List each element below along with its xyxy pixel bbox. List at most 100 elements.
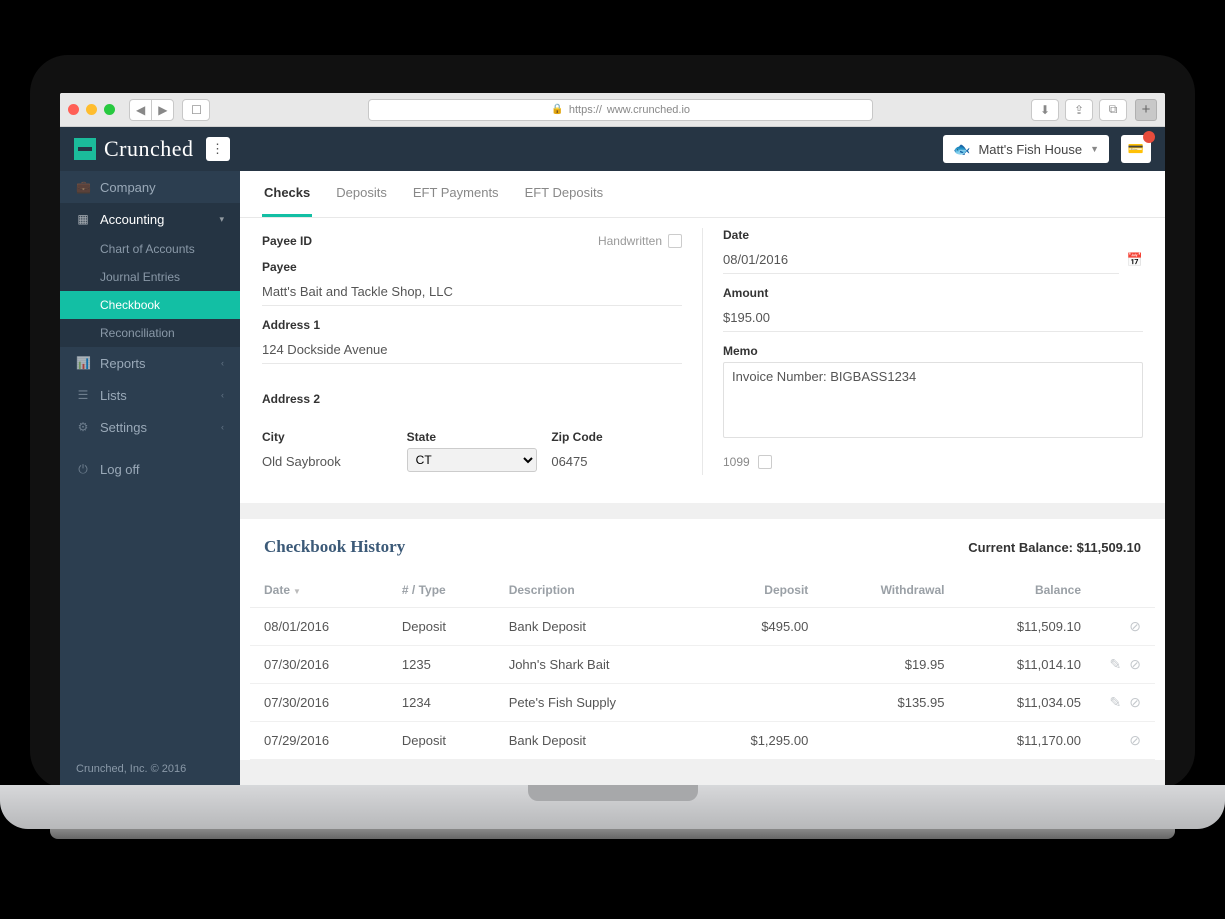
history-table: Date▼ # / Type Description Deposit Withd… <box>250 573 1155 760</box>
chevron-left-icon: ‹ <box>221 390 224 400</box>
downloads-button[interactable]: ⬇ <box>1031 99 1059 121</box>
back-button[interactable]: ◀ <box>129 99 151 121</box>
history-title: Checkbook History <box>264 537 405 557</box>
date-field[interactable]: 08/01/2016 <box>723 246 1119 274</box>
cell-balance: $11,509.10 <box>958 608 1095 646</box>
sidebar-sub-chart-of-accounts[interactable]: Chart of Accounts <box>60 235 240 263</box>
address-bar[interactable]: 🔒 https://www.crunched.io <box>368 99 873 121</box>
table-row[interactable]: 07/29/2016DepositBank Deposit$1,295.00$1… <box>250 722 1155 760</box>
void-icon[interactable]: ⊘ <box>1129 732 1141 749</box>
sidebar: 💼 Company ▦ Accounting ▾ Chart of Accoun… <box>60 171 240 789</box>
main-content: Checks Deposits EFT Payments EFT Deposit… <box>240 171 1165 789</box>
chevron-left-icon: ‹ <box>221 358 224 368</box>
chevron-down-icon: ▼ <box>1090 144 1099 154</box>
app-header: Crunched ⋮ 🐟 Matt's Fish House ▼ 💳 <box>60 127 1165 171</box>
table-row[interactable]: 07/30/20161235John's Shark Bait$19.95$11… <box>250 646 1155 684</box>
lock-icon: 🔒 <box>551 104 563 115</box>
minimize-icon[interactable] <box>86 104 97 115</box>
company-switcher[interactable]: 🐟 Matt's Fish House ▼ <box>943 135 1109 163</box>
sidebar-item-company[interactable]: 💼 Company <box>60 171 240 203</box>
col-date[interactable]: Date▼ <box>250 573 388 608</box>
address1-field[interactable]: 124 Dockside Avenue <box>262 336 682 364</box>
checkbox-icon[interactable] <box>758 455 772 469</box>
sidebar-item-accounting[interactable]: ▦ Accounting ▾ <box>60 203 240 235</box>
state-select[interactable]: CT <box>407 448 538 472</box>
account-card-button[interactable]: 💳 <box>1121 135 1151 163</box>
sidebar-item-label: Company <box>100 180 156 195</box>
payee-field[interactable]: Matt's Bait and Tackle Shop, LLC <box>262 278 682 306</box>
cell-withdrawal <box>822 608 958 646</box>
handwritten-toggle[interactable]: Handwritten <box>598 234 682 248</box>
company-name: Matt's Fish House <box>978 142 1082 157</box>
col-balance[interactable]: Balance <box>958 573 1095 608</box>
cell-deposit: $1,295.00 <box>695 722 822 760</box>
chart-icon: 📊 <box>76 356 90 370</box>
sidebar-sub-label: Chart of Accounts <box>100 242 195 256</box>
zoom-icon[interactable] <box>104 104 115 115</box>
table-row[interactable]: 08/01/2016DepositBank Deposit$495.00$11,… <box>250 608 1155 646</box>
tab-label: Deposits <box>336 185 387 200</box>
grid-icon: ▦ <box>76 212 90 226</box>
sidebar-item-label: Lists <box>100 388 127 403</box>
calendar-icon[interactable]: 📅 <box>1119 246 1143 274</box>
sidebar-sub-journal-entries[interactable]: Journal Entries <box>60 263 240 291</box>
void-icon[interactable]: ⊘ <box>1129 694 1141 711</box>
amount-label: Amount <box>723 286 1143 300</box>
gear-icon: ⚙ <box>76 420 90 434</box>
card-icon: 💳 <box>1128 141 1144 157</box>
payee-id-label: Payee ID <box>262 234 588 248</box>
sidebar-item-lists[interactable]: ☰ Lists ‹ <box>60 379 240 411</box>
chevron-down-icon: ▾ <box>219 214 224 225</box>
col-desc[interactable]: Description <box>495 573 695 608</box>
date-label: Date <box>723 228 1143 242</box>
tab-checks[interactable]: Checks <box>262 171 312 217</box>
sidebar-item-reports[interactable]: 📊 Reports ‹ <box>60 347 240 379</box>
tab-eft-payments[interactable]: EFT Payments <box>411 171 501 217</box>
1099-label: 1099 <box>723 455 750 469</box>
memo-label: Memo <box>723 344 1143 358</box>
state-label: State <box>407 430 538 444</box>
tab-deposits[interactable]: Deposits <box>334 171 389 217</box>
city-field[interactable]: Old Saybrook <box>262 448 393 475</box>
cell-desc: Bank Deposit <box>495 608 695 646</box>
nav-back-forward[interactable]: ◀ ▶ <box>129 99 174 121</box>
edit-icon[interactable]: ✎ <box>1110 656 1122 673</box>
col-numtype[interactable]: # / Type <box>388 573 495 608</box>
void-icon[interactable]: ⊘ <box>1129 656 1141 673</box>
cell-deposit <box>695 684 822 722</box>
tabs-button[interactable]: ⧉ <box>1099 99 1127 121</box>
sidebar-toggle-button[interactable]: ☐ <box>182 99 210 121</box>
sidebar-item-logoff[interactable]: ⏻ Log off <box>60 453 240 485</box>
cell-desc: Pete's Fish Supply <box>495 684 695 722</box>
amount-field[interactable]: $195.00 <box>723 304 1143 332</box>
col-deposit[interactable]: Deposit <box>695 573 822 608</box>
col-withdrawal[interactable]: Withdrawal <box>822 573 958 608</box>
tab-eft-deposits[interactable]: EFT Deposits <box>523 171 606 217</box>
table-row[interactable]: 07/30/20161234Pete's Fish Supply$135.95$… <box>250 684 1155 722</box>
cell-withdrawal: $135.95 <box>822 684 958 722</box>
logo-icon <box>74 138 96 160</box>
new-tab-button[interactable]: + <box>1135 99 1157 121</box>
1099-toggle[interactable]: 1099 <box>723 455 1143 469</box>
share-button[interactable]: ⇪ <box>1065 99 1093 121</box>
sidebar-footer: Crunched, Inc. © 2016 <box>60 749 240 789</box>
menu-toggle-button[interactable]: ⋮ <box>206 137 230 161</box>
memo-field[interactable]: Invoice Number: BIGBASS1234 <box>723 362 1143 438</box>
zip-label: Zip Code <box>551 430 682 444</box>
cell-deposit: $495.00 <box>695 608 822 646</box>
cell-withdrawal: $19.95 <box>822 646 958 684</box>
forward-button[interactable]: ▶ <box>151 99 174 121</box>
cell-desc: John's Shark Bait <box>495 646 695 684</box>
close-icon[interactable] <box>68 104 79 115</box>
edit-icon[interactable]: ✎ <box>1110 694 1122 711</box>
sidebar-sub-checkbook[interactable]: Checkbook <box>60 291 240 319</box>
brand-logo[interactable]: Crunched <box>74 136 194 162</box>
checkbox-icon[interactable] <box>668 234 682 248</box>
zip-field[interactable]: 06475 <box>551 448 682 475</box>
sidebar-sub-reconciliation[interactable]: Reconciliation <box>60 319 240 347</box>
void-icon[interactable]: ⊘ <box>1129 618 1141 635</box>
sidebar-item-label: Settings <box>100 420 147 435</box>
fish-icon: 🐟 <box>953 141 970 158</box>
window-controls[interactable] <box>68 104 115 115</box>
sidebar-item-settings[interactable]: ⚙ Settings ‹ <box>60 411 240 443</box>
